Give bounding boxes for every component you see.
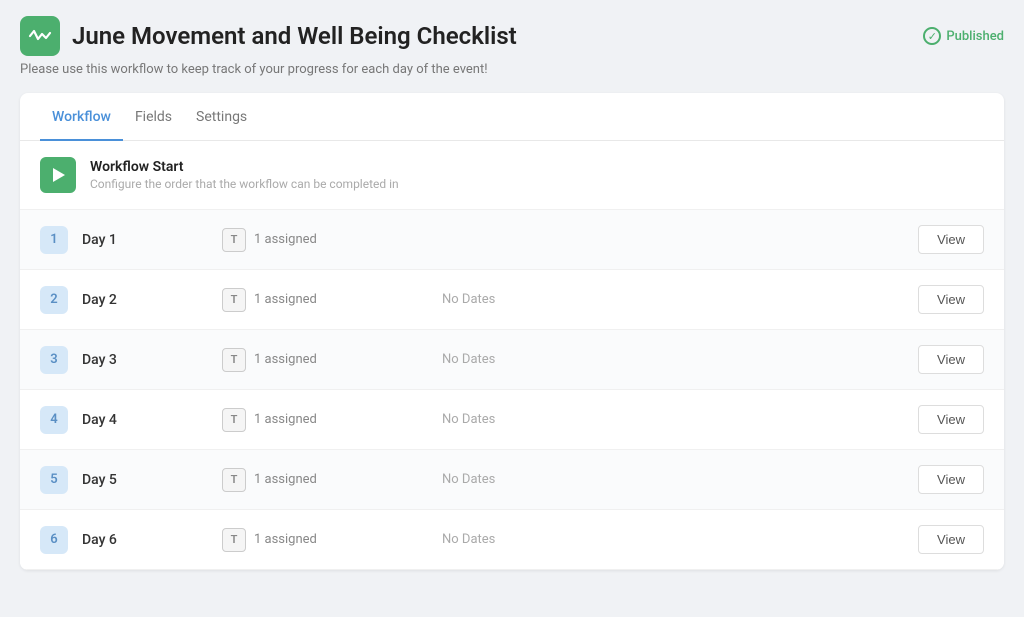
no-dates-text: No Dates bbox=[442, 412, 918, 427]
day-name: Day 3 bbox=[82, 352, 142, 368]
view-button[interactable]: View bbox=[918, 465, 984, 494]
table-row: 6 Day 6 T 1 assigned No Dates View bbox=[20, 510, 1004, 570]
assigned-text: 1 assigned bbox=[254, 352, 317, 367]
assigned-text: 1 assigned bbox=[254, 412, 317, 427]
page-title: June Movement and Well Being Checklist bbox=[72, 22, 517, 50]
assigned-text: 1 assigned bbox=[254, 532, 317, 547]
type-badge-icon: T bbox=[222, 288, 246, 312]
assigned-section: T 1 assigned bbox=[222, 348, 382, 372]
assigned-text: 1 assigned bbox=[254, 292, 317, 307]
play-icon bbox=[40, 157, 76, 193]
table-row: 1 Day 1 T 1 assigned View bbox=[20, 210, 1004, 270]
workflow-start-title: Workflow Start bbox=[90, 159, 399, 175]
no-dates-text: No Dates bbox=[442, 472, 918, 487]
view-button[interactable]: View bbox=[918, 345, 984, 374]
no-dates-text: No Dates bbox=[442, 352, 918, 367]
view-button[interactable]: View bbox=[918, 525, 984, 554]
type-badge-icon: T bbox=[222, 348, 246, 372]
no-dates-text: No Dates bbox=[442, 532, 918, 547]
table-row: 3 Day 3 T 1 assigned No Dates View bbox=[20, 330, 1004, 390]
days-list: 1 Day 1 T 1 assigned View 2 Day 2 T 1 as… bbox=[20, 210, 1004, 570]
workflow-start-row: Workflow Start Configure the order that … bbox=[20, 141, 1004, 210]
published-label: Published bbox=[946, 29, 1004, 44]
day-name: Day 4 bbox=[82, 412, 142, 428]
type-badge-icon: T bbox=[222, 528, 246, 552]
main-card: Workflow Fields Settings Workflow Start … bbox=[20, 93, 1004, 570]
assigned-section: T 1 assigned bbox=[222, 228, 382, 252]
table-row: 5 Day 5 T 1 assigned No Dates View bbox=[20, 450, 1004, 510]
day-number-badge: 2 bbox=[40, 286, 68, 314]
table-row: 2 Day 2 T 1 assigned No Dates View bbox=[20, 270, 1004, 330]
day-number-badge: 6 bbox=[40, 526, 68, 554]
workflow-start-desc: Configure the order that the workflow ca… bbox=[90, 177, 399, 191]
assigned-section: T 1 assigned bbox=[222, 468, 382, 492]
tab-settings[interactable]: Settings bbox=[184, 93, 259, 141]
no-dates-text: No Dates bbox=[442, 292, 918, 307]
day-name: Day 5 bbox=[82, 472, 142, 488]
published-badge: ✓ Published bbox=[923, 27, 1004, 45]
view-button[interactable]: View bbox=[918, 405, 984, 434]
day-number-badge: 4 bbox=[40, 406, 68, 434]
assigned-section: T 1 assigned bbox=[222, 408, 382, 432]
assigned-text: 1 assigned bbox=[254, 472, 317, 487]
table-row: 4 Day 4 T 1 assigned No Dates View bbox=[20, 390, 1004, 450]
day-name: Day 1 bbox=[82, 232, 142, 248]
day-number-badge: 5 bbox=[40, 466, 68, 494]
assigned-section: T 1 assigned bbox=[222, 528, 382, 552]
view-button[interactable]: View bbox=[918, 285, 984, 314]
tab-workflow[interactable]: Workflow bbox=[40, 93, 123, 141]
type-badge-icon: T bbox=[222, 228, 246, 252]
assigned-section: T 1 assigned bbox=[222, 288, 382, 312]
tab-fields[interactable]: Fields bbox=[123, 93, 184, 141]
day-number-badge: 3 bbox=[40, 346, 68, 374]
day-number-badge: 1 bbox=[40, 226, 68, 254]
page-header: June Movement and Well Being Checklist ✓… bbox=[20, 16, 1004, 56]
header-left: June Movement and Well Being Checklist bbox=[20, 16, 517, 56]
published-check-icon: ✓ bbox=[923, 27, 941, 45]
type-badge-icon: T bbox=[222, 468, 246, 492]
page-wrapper: June Movement and Well Being Checklist ✓… bbox=[0, 0, 1024, 586]
workflow-start-text: Workflow Start Configure the order that … bbox=[90, 159, 399, 191]
assigned-text: 1 assigned bbox=[254, 232, 317, 247]
page-subtitle: Please use this workflow to keep track o… bbox=[20, 62, 1004, 77]
type-badge-icon: T bbox=[222, 408, 246, 432]
tab-bar: Workflow Fields Settings bbox=[20, 93, 1004, 141]
app-logo bbox=[20, 16, 60, 56]
view-button[interactable]: View bbox=[918, 225, 984, 254]
day-name: Day 2 bbox=[82, 292, 142, 308]
day-name: Day 6 bbox=[82, 532, 142, 548]
